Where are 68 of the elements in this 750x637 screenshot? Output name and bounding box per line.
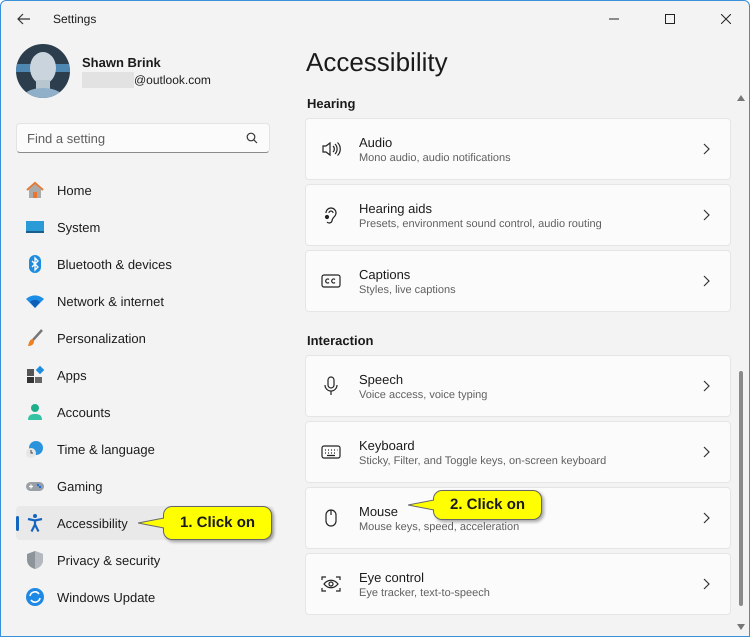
card-title: Speech	[359, 372, 404, 386]
scroll-up-icon[interactable]	[737, 95, 745, 101]
callout: 2. Click on	[433, 490, 542, 520]
card-subtitle: Eye tracker, text-to-speech	[359, 586, 490, 598]
nav-item[interactable]: Gaming	[16, 469, 274, 503]
accessibility-icon	[25, 513, 45, 533]
back-arrow-icon[interactable]	[17, 13, 31, 25]
card-subtitle: Mono audio, audio notifications	[359, 152, 511, 164]
callout-pointer	[408, 499, 434, 511]
nav-item[interactable]: Time & language	[16, 432, 274, 466]
chevron-right-icon	[703, 275, 710, 287]
settings-card[interactable]: Eye control Eye tracker, text-to-speech	[305, 553, 731, 615]
settings-card[interactable]: Audio Mono audio, audio notifications	[305, 118, 731, 180]
card-subtitle: Presets, environment sound control, audio routing	[359, 218, 602, 230]
settings-card[interactable]: Captions Styles, live captions	[305, 250, 731, 312]
nav-item[interactable]: Accessibility 1. Click on	[16, 506, 274, 540]
nav-item[interactable]: System	[16, 210, 274, 244]
card-title: Captions	[359, 266, 410, 282]
nav-item[interactable]: Apps	[16, 358, 274, 392]
person-icon	[25, 402, 45, 422]
chevron-right-icon	[703, 446, 710, 458]
search-field[interactable]: Find a setting	[16, 123, 270, 153]
nav-item[interactable]: Bluetooth & devices	[16, 247, 274, 281]
nav-item[interactable]: Accounts	[16, 395, 274, 429]
card-subtitle: Voice access, voice typing	[359, 388, 488, 400]
card-title: Mouse	[359, 504, 398, 518]
scroll-down-icon[interactable]	[737, 624, 745, 630]
section-heading: Hearing	[307, 96, 356, 111]
apps-icon	[25, 365, 45, 385]
card-title: Hearing aids	[359, 200, 432, 216]
speaker-icon	[321, 139, 341, 159]
card-subtitle: Styles, live captions	[359, 284, 456, 296]
card-title: Audio	[359, 134, 392, 150]
chevron-right-icon	[703, 512, 710, 524]
account-email: @outlook.com	[134, 72, 211, 86]
search-icon	[246, 132, 258, 144]
card-title: Eye control	[359, 570, 424, 584]
account-name: Shawn Brink	[82, 54, 162, 70]
chevron-right-icon	[703, 578, 710, 590]
settings-card[interactable]: Hearing aids Presets, environment sound control, audio routing	[305, 184, 731, 246]
window-title: Settings	[53, 12, 96, 26]
settings-card[interactable]: Keyboard Sticky, Filter, and Toggle keys, on-screen keyboard	[305, 421, 731, 483]
scrollbar[interactable]	[737, 95, 745, 630]
nav-item[interactable]: Windows Update	[16, 580, 274, 614]
card-title: Keyboard	[359, 438, 415, 452]
shield-icon	[25, 550, 45, 570]
chevron-right-icon	[703, 380, 710, 392]
maximize-icon[interactable]	[665, 14, 675, 24]
nav-item[interactable]: Home	[16, 173, 274, 207]
callout: 1. Click on	[163, 506, 272, 540]
card-subtitle: Mouse keys, speed, acceleration	[359, 520, 520, 532]
chevron-right-icon	[703, 209, 710, 221]
nav-item[interactable]: Personalization	[16, 321, 274, 355]
update-icon	[25, 587, 45, 607]
eye-icon	[321, 574, 341, 594]
callout-pointer	[138, 517, 164, 529]
close-icon[interactable]	[721, 14, 731, 24]
nav-item[interactable]: Privacy & security	[16, 543, 274, 577]
house-icon	[25, 180, 45, 200]
card-subtitle: Sticky, Filter, and Toggle keys, on-screen keyboard	[359, 454, 606, 466]
brush-icon	[25, 328, 45, 348]
page-title: Accessibility	[306, 47, 449, 78]
chevron-right-icon	[703, 143, 710, 155]
selection-indicator	[16, 516, 19, 531]
section-heading: Interaction	[307, 333, 374, 348]
settings-card[interactable]: Speech Voice access, voice typing	[305, 355, 731, 417]
nav-item[interactable]: Network & internet	[16, 284, 274, 318]
globe-clock-icon	[25, 439, 45, 459]
